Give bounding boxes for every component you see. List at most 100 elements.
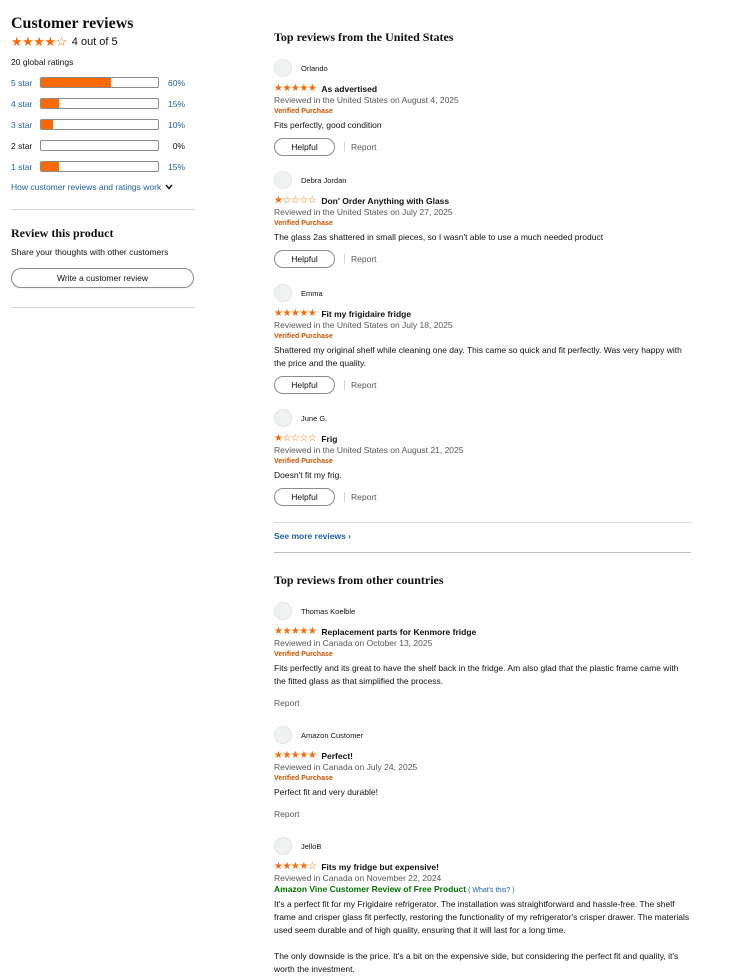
- avatar-icon[interactable]: [274, 171, 292, 189]
- helpful-button[interactable]: Helpful: [274, 488, 335, 506]
- review-title[interactable]: Fit my frigidaire fridge: [321, 309, 411, 319]
- verified-purchase-badge: Verified Purchase: [274, 333, 333, 340]
- review-date: Reviewed in Canada on July 24, 2025: [274, 762, 418, 772]
- chevron-down-icon[interactable]: [165, 184, 173, 190]
- histogram-percent[interactable]: 15%: [161, 99, 185, 109]
- review-title[interactable]: Perfect!: [321, 751, 353, 761]
- review-item: Thomas Koelble ★★★★★ Replacement parts fo…: [274, 602, 692, 708]
- report-link[interactable]: Report: [351, 492, 377, 502]
- review-body: Perfect fit and very durable!: [274, 787, 378, 797]
- review-body: Doesn't fit my frig.: [274, 470, 342, 480]
- review-body: It's a perfect fit for my Frigidaire ref…: [274, 899, 690, 935]
- star-rating-icon[interactable]: ★★★★★: [274, 83, 317, 94]
- report-link[interactable]: Report: [274, 698, 692, 708]
- histogram-star-label[interactable]: 1 star: [11, 162, 40, 172]
- star-rating-icon[interactable]: ★☆☆☆☆: [274, 195, 317, 206]
- review-date: Reviewed in the United States on July 18…: [274, 320, 453, 330]
- histogram-bar[interactable]: [40, 98, 159, 109]
- review-item: JelloB ★★★★☆ Fits my fridge but expensive…: [274, 837, 692, 976]
- histogram-fill: [41, 99, 59, 108]
- global-ratings-count: 20 global ratings: [11, 57, 74, 67]
- report-link[interactable]: Report: [351, 380, 377, 390]
- histogram-percent[interactable]: 15%: [161, 162, 185, 172]
- star-rating-icon[interactable]: ★★★★★: [274, 750, 317, 761]
- vine-review-badge: Amazon Vine Customer Review of Free Prod…: [274, 884, 692, 896]
- histogram-star-label[interactable]: 5 star: [11, 78, 40, 88]
- review-body-continued: The only downside is the price. It's a b…: [274, 951, 679, 974]
- vine-badge-text: Amazon Vine Customer Review of Free Prod…: [274, 884, 467, 894]
- histogram-bar[interactable]: [40, 161, 159, 172]
- whats-this-link[interactable]: ( What's this? ): [468, 887, 514, 894]
- avatar-icon[interactable]: [274, 59, 292, 77]
- review-title[interactable]: Replacement parts for Kenmore fridge: [321, 627, 476, 637]
- review-date: Reviewed in the United States on August …: [274, 445, 464, 455]
- review-title[interactable]: Don' Order Anything with Glass: [321, 196, 449, 206]
- histogram-percent[interactable]: 10%: [161, 120, 185, 130]
- reviewer-name[interactable]: Thomas Koelble: [301, 607, 355, 616]
- star-rating-icon[interactable]: ★★★★★: [274, 626, 317, 637]
- histogram-star-label: 2 star: [11, 140, 33, 151]
- histogram-fill: [41, 120, 53, 129]
- review-item: Orlando ★★★★★ As advertised Reviewed in t…: [274, 59, 692, 156]
- histogram-row-3-star[interactable]: 3 star 10%: [11, 119, 195, 130]
- review-item: Debra Jordan ★☆☆☆☆ Don' Order Anything wi…: [274, 171, 692, 268]
- average-rating[interactable]: ★★★★☆ 4 out of 5: [11, 34, 195, 50]
- report-link[interactable]: Report: [351, 142, 377, 152]
- review-this-product-heading: Review this product: [11, 226, 114, 240]
- how-ratings-work-link[interactable]: How customer reviews and ratings work: [11, 182, 195, 192]
- reviewer-name[interactable]: June G.: [301, 414, 327, 423]
- reviewer-name[interactable]: Orlando: [301, 64, 328, 73]
- section-divider: [11, 307, 195, 308]
- review-date: Reviewed in Canada on October 13, 2025: [274, 638, 433, 648]
- share-thoughts-text: Share your thoughts with other customers: [11, 247, 169, 257]
- us-reviews-heading: Top reviews from the United States: [274, 30, 454, 44]
- helpful-button[interactable]: Helpful: [274, 376, 335, 394]
- verified-purchase-badge: Verified Purchase: [274, 651, 333, 658]
- reviewer-name[interactable]: Debra Jordan: [301, 176, 346, 185]
- histogram-star-label[interactable]: 4 star: [11, 99, 40, 109]
- histogram-bar[interactable]: [40, 119, 159, 130]
- histogram-row-4-star[interactable]: 4 star 15%: [11, 98, 195, 109]
- reviewer-name[interactable]: JelloB: [301, 842, 321, 851]
- star-rating-icon[interactable]: ★★★★★: [274, 308, 317, 319]
- other-countries-heading: Top reviews from other countries: [274, 573, 444, 587]
- review-date: Reviewed in the United States on July 27…: [274, 207, 453, 217]
- histogram-row-1-star[interactable]: 1 star 15%: [11, 161, 195, 172]
- section-divider: [274, 522, 691, 523]
- star-rating-icon[interactable]: ★☆☆☆☆: [274, 433, 317, 444]
- avatar-icon[interactable]: [274, 837, 292, 855]
- write-review-button[interactable]: Write a customer review: [11, 268, 194, 288]
- section-divider: [274, 552, 691, 553]
- review-title[interactable]: Frig: [321, 434, 337, 444]
- star-rating-icon[interactable]: ★★★★☆: [274, 861, 317, 872]
- star-rating-icon: ★★★★☆: [11, 34, 67, 49]
- verified-purchase-badge: Verified Purchase: [274, 775, 333, 782]
- review-date: Reviewed in the United States on August …: [274, 95, 459, 105]
- reviewer-name[interactable]: Emma: [301, 289, 323, 298]
- review-title[interactable]: Fits my fridge but expensive!: [321, 862, 439, 872]
- helpful-button[interactable]: Helpful: [274, 250, 335, 268]
- avatar-icon[interactable]: [274, 602, 292, 620]
- avatar-icon[interactable]: [274, 284, 292, 302]
- verified-purchase-badge: Verified Purchase: [274, 458, 333, 465]
- histogram-bar[interactable]: [40, 77, 159, 88]
- action-separator: [344, 142, 345, 152]
- histogram-star-label[interactable]: 3 star: [11, 120, 40, 130]
- review-item: Emma ★★★★★ Fit my frigidaire fridge Revie…: [274, 284, 692, 394]
- review-date: Reviewed in Canada on November 22, 2024: [274, 873, 442, 883]
- reviewer-name[interactable]: Amazon Customer: [301, 731, 363, 740]
- how-ratings-work-text[interactable]: How customer reviews and ratings work: [11, 182, 161, 192]
- avatar-icon[interactable]: [274, 409, 292, 427]
- ratings-summary: Customer reviews ★★★★☆ 4 out of 5 20 glo…: [11, 14, 195, 308]
- review-title[interactable]: As advertised: [321, 84, 377, 94]
- action-separator: [344, 380, 345, 390]
- section-divider: [11, 209, 195, 210]
- report-link[interactable]: Report: [274, 809, 692, 819]
- report-link[interactable]: Report: [351, 254, 377, 264]
- histogram-percent[interactable]: 60%: [161, 78, 185, 88]
- avatar-icon[interactable]: [274, 726, 292, 744]
- see-more-reviews-link[interactable]: See more reviews ›: [274, 531, 351, 541]
- helpful-button[interactable]: Helpful: [274, 138, 335, 156]
- histogram-row-5-star[interactable]: 5 star 60%: [11, 77, 195, 88]
- rating-histogram: 5 star 60% 4 star 15% 3 star 10% 2 star …: [11, 77, 195, 172]
